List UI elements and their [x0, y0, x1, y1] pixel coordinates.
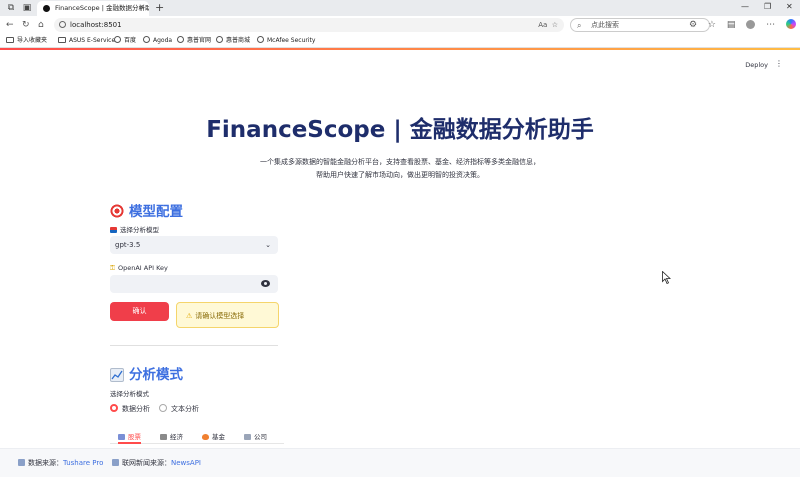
chart-increasing-icon — [110, 368, 124, 382]
globe-icon — [216, 36, 223, 43]
tushare-link[interactable]: Tushare Pro — [63, 459, 103, 467]
minimize-icon[interactable]: — — [741, 2, 749, 11]
office-building-icon — [244, 434, 251, 440]
page-title: FinanceScope | 金融数据分析助手 — [206, 117, 594, 143]
globe-icon — [143, 36, 150, 43]
fire-icon — [202, 434, 209, 440]
workspaces-icon[interactable]: ⧉ — [6, 3, 16, 13]
tab-actions-icon[interactable]: ▣ — [22, 3, 32, 13]
extensions-icon[interactable]: ⚙ — [689, 20, 697, 30]
footer-bar: 数据来源：Tushare Pro 联网新闻来源：NewsAPI — [0, 448, 800, 477]
newspaper-icon — [112, 459, 119, 466]
favorites-icon[interactable]: ☆ — [708, 20, 716, 30]
key-icon: ⚿ — [110, 264, 115, 272]
bookmarks-bar: 导入收藏夹 ASUS E-Service 百度 Agoda 惠普官网 惠普商城 … — [0, 34, 800, 48]
bank-icon — [160, 434, 167, 440]
bookmark-baidu[interactable]: 百度 — [114, 34, 136, 48]
analysis-mode-heading: 分析模式 — [110, 363, 183, 383]
category-tabs: 股票 经济 基金 公司 — [110, 431, 284, 444]
model-select[interactable]: gpt-3.5 ⌄ — [110, 236, 278, 254]
profile-avatar[interactable] — [746, 19, 756, 29]
bookmark-mcafee[interactable]: McAfee Security — [257, 34, 315, 48]
radio-unselected-icon — [159, 404, 167, 412]
bookmark-agoda[interactable]: Agoda — [143, 34, 172, 48]
radio-selected-icon — [110, 404, 118, 412]
favorite-star-icon[interactable]: ☆ — [552, 21, 558, 29]
warning-icon: ⚠ — [186, 312, 193, 320]
tab-company[interactable]: 公司 — [244, 431, 267, 441]
copilot-icon[interactable] — [786, 19, 796, 29]
api-key-label: ⚿ OpenAI API Key — [110, 264, 168, 272]
app-decoration-bar — [0, 48, 800, 50]
bookmark-hp-store[interactable]: 惠普商城 — [216, 34, 250, 48]
restore-icon[interactable]: ❐ — [764, 2, 771, 11]
api-key-input[interactable] — [110, 275, 278, 293]
tab-stocks[interactable]: 股票 — [118, 431, 141, 444]
radio-text-analysis[interactable]: 文本分析 — [159, 404, 199, 414]
flag-icon — [110, 227, 117, 233]
subtitle-line-2: 帮助用户快速了解市场动向，做出更明智的投资决策。 — [316, 171, 484, 179]
home-icon[interactable]: ⌂ — [38, 19, 44, 31]
main-menu-icon[interactable]: ⋮ — [775, 59, 783, 68]
deploy-button[interactable]: Deploy — [745, 61, 768, 69]
address-bar-url: localhost:8501 — [70, 21, 122, 29]
section-divider — [110, 345, 278, 346]
streamlit-favicon-icon — [43, 5, 50, 12]
folder-icon — [58, 37, 66, 43]
globe-icon — [257, 36, 264, 43]
tab-funds[interactable]: 基金 — [202, 431, 225, 441]
subtitle-line-1: 一个集成多源数据的智能金融分析平台，支持查看股票、基金、经济指标等多类金融信息， — [260, 158, 540, 166]
close-window-icon[interactable]: ✕ — [786, 2, 793, 11]
model-config-heading: 模型配置 — [110, 200, 183, 220]
confirm-button[interactable]: 确认 — [110, 302, 169, 321]
new-tab-icon[interactable]: + — [155, 1, 164, 15]
refresh-icon[interactable]: ↻ — [22, 19, 30, 31]
target-icon — [110, 204, 124, 218]
site-info-icon[interactable] — [59, 21, 66, 28]
chevron-down-icon: ⌄ — [265, 241, 271, 249]
bookmark-asus[interactable]: ASUS E-Service — [58, 34, 115, 48]
tab-economy[interactable]: 经济 — [160, 431, 183, 441]
radio-data-analysis[interactable]: 数据分析 — [110, 404, 150, 414]
bookmark-import[interactable]: 导入收藏夹 — [6, 34, 47, 48]
page-subtitle: 一个集成多源数据的智能金融分析平台，支持查看股票、基金、经济指标等多类金融信息，… — [0, 156, 800, 182]
stock-chart-icon — [118, 434, 125, 440]
bookmark-hp[interactable]: 惠普官网 — [177, 34, 211, 48]
address-bar[interactable]: localhost:8501 Aa ☆ — [54, 18, 564, 32]
data-source: 数据来源：Tushare Pro — [18, 449, 103, 477]
warning-alert: ⚠ 请确认模型选择 — [176, 302, 279, 328]
show-password-eye-icon[interactable] — [261, 280, 270, 287]
search-placeholder: 点此搜索 — [591, 21, 619, 29]
collections-icon[interactable]: ▤ — [727, 20, 736, 30]
import-folder-icon — [6, 37, 14, 43]
analysis-mode-label: 选择分析模式 — [110, 390, 149, 398]
more-menu-icon[interactable]: ⋯ — [766, 20, 775, 30]
browser-tab-title: FinanceScope | 金融数据分析助手 — [55, 4, 149, 12]
search-icon: ⌕ — [577, 21, 582, 30]
back-icon[interactable]: ← — [6, 19, 14, 31]
globe-icon — [177, 36, 184, 43]
browser-tab[interactable]: FinanceScope | 金融数据分析助手 ✕ — [37, 1, 149, 16]
news-source: 联网新闻来源：NewsAPI — [112, 449, 201, 477]
model-select-value: gpt-3.5 — [115, 241, 141, 249]
close-tab-icon[interactable]: ✕ — [139, 1, 145, 16]
globe-icon — [114, 36, 121, 43]
newsapi-link[interactable]: NewsAPI — [171, 459, 201, 467]
browser-toolbar: ← ↻ ⌂ localhost:8501 Aa ☆ ⌕ 点此搜索 ⚙ ☆ ▤ ⋯ — [0, 16, 800, 34]
model-select-label: 选择分析模型 — [110, 224, 159, 234]
database-icon — [18, 459, 25, 466]
read-aloud-icon[interactable]: Aa — [538, 21, 547, 29]
browser-tab-strip: ⧉ ▣ FinanceScope | 金融数据分析助手 ✕ + — ❐ ✕ — [0, 0, 800, 16]
